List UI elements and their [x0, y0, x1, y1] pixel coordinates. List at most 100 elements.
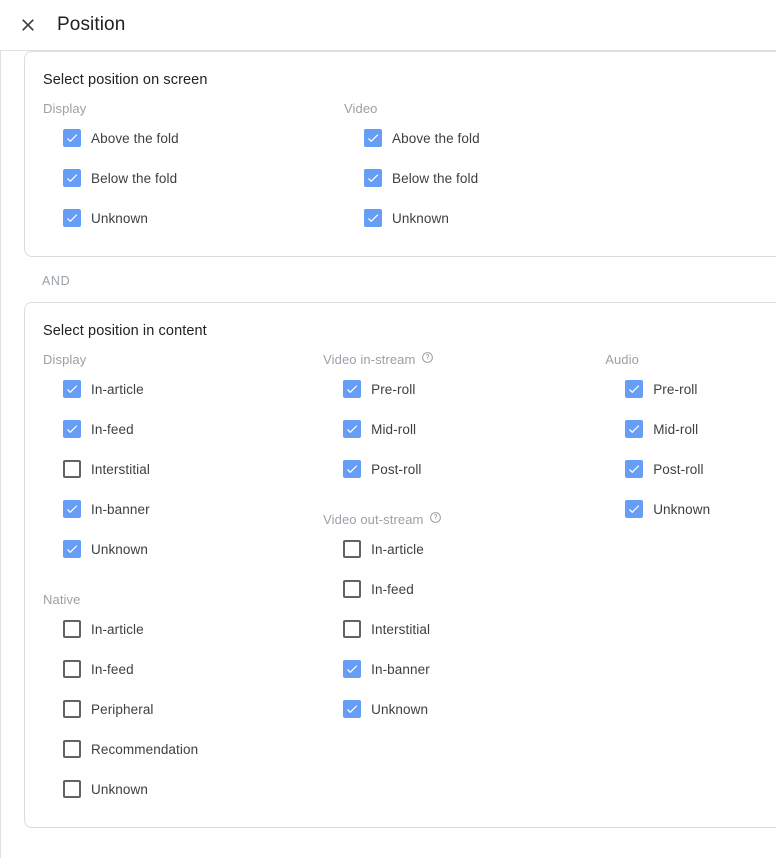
checkbox-unchecked-icon[interactable]	[63, 700, 81, 718]
group-label-text: Native	[43, 592, 80, 607]
group-label-video: Video	[344, 98, 644, 118]
checkbox-label: Post-roll	[371, 462, 421, 477]
card-title: Select position in content	[25, 303, 776, 339]
group-label-text: Video	[344, 101, 378, 116]
checkbox-label: In-banner	[91, 502, 150, 517]
checkbox-label: Interstitial	[91, 462, 150, 477]
checkbox-label: Pre-roll	[371, 382, 415, 397]
position-card-1: Select position on screenDisplayAbove th…	[24, 51, 776, 257]
checkbox-row[interactable]: In-banner	[43, 489, 323, 529]
checkbox-label: Unknown	[91, 542, 148, 557]
checkbox-unchecked-icon[interactable]	[63, 460, 81, 478]
checkbox-unchecked-icon[interactable]	[63, 780, 81, 798]
checkbox-checked-icon[interactable]	[364, 169, 382, 187]
checkbox-checked-icon[interactable]	[63, 169, 81, 187]
checkbox-label: Above the fold	[91, 131, 179, 146]
checkbox-checked-icon[interactable]	[63, 500, 81, 518]
checkbox-checked-icon[interactable]	[343, 460, 361, 478]
checkbox-checked-icon[interactable]	[343, 420, 361, 438]
checkbox-checked-icon[interactable]	[343, 700, 361, 718]
checkbox-checked-icon[interactable]	[625, 420, 643, 438]
checkbox-label: Recommendation	[91, 742, 198, 757]
checkbox-row[interactable]: Pre-roll	[605, 369, 776, 409]
group-label-video-in-stream: Video in-stream	[323, 349, 605, 369]
checkbox-label: Peripheral	[91, 702, 154, 717]
checkbox-label: In-banner	[371, 662, 430, 677]
group-label-text: Video out-stream	[323, 512, 423, 527]
checkbox-row[interactable]: Unknown	[43, 198, 344, 238]
checkbox-unchecked-icon[interactable]	[343, 540, 361, 558]
checkbox-row[interactable]: Unknown	[605, 489, 776, 529]
checkbox-checked-icon[interactable]	[63, 420, 81, 438]
checkbox-unchecked-icon[interactable]	[63, 660, 81, 678]
checkbox-label: In-article	[91, 622, 144, 637]
checkbox-checked-icon[interactable]	[63, 129, 81, 147]
checkbox-row[interactable]: Peripheral	[43, 689, 323, 729]
checkbox-row[interactable]: Post-roll	[605, 449, 776, 489]
checkbox-row[interactable]: Interstitial	[43, 449, 323, 489]
checkbox-row[interactable]: In-feed	[43, 649, 323, 689]
checkbox-checked-icon[interactable]	[343, 380, 361, 398]
checkbox-label: In-article	[371, 542, 424, 557]
checkbox-row[interactable]: Mid-roll	[323, 409, 605, 449]
checkbox-row[interactable]: Unknown	[344, 198, 644, 238]
checkbox-label: Unknown	[91, 782, 148, 797]
checkbox-row[interactable]: Recommendation	[43, 729, 323, 769]
checkbox-label: Unknown	[91, 211, 148, 226]
close-icon	[18, 15, 38, 35]
checkbox-row[interactable]: Mid-roll	[605, 409, 776, 449]
checkbox-row[interactable]: In-feed	[323, 569, 605, 609]
checkbox-checked-icon[interactable]	[63, 540, 81, 558]
checkbox-checked-icon[interactable]	[364, 209, 382, 227]
checkbox-row[interactable]: Pre-roll	[323, 369, 605, 409]
checkbox-row[interactable]: Above the fold	[344, 118, 644, 158]
checkbox-label: In-feed	[371, 582, 414, 597]
card-columns: DisplayAbove the foldBelow the foldUnkno…	[25, 88, 776, 256]
checkbox-row[interactable]: In-article	[43, 369, 323, 409]
checkbox-row[interactable]: Unknown	[43, 769, 323, 809]
group-label-native: Native	[43, 589, 323, 609]
checkbox-checked-icon[interactable]	[343, 660, 361, 678]
group-label-display: Display	[43, 349, 323, 369]
group-label-video-out-stream: Video out-stream	[323, 509, 605, 529]
checkbox-checked-icon[interactable]	[364, 129, 382, 147]
group-spacer	[43, 569, 323, 589]
help-icon[interactable]	[429, 511, 442, 527]
checkbox-unchecked-icon[interactable]	[63, 740, 81, 758]
checkbox-label: Mid-roll	[653, 422, 698, 437]
checkbox-unchecked-icon[interactable]	[343, 620, 361, 638]
checkbox-row[interactable]: Below the fold	[43, 158, 344, 198]
checkbox-row[interactable]: Interstitial	[323, 609, 605, 649]
checkbox-checked-icon[interactable]	[63, 380, 81, 398]
close-button[interactable]	[8, 5, 48, 45]
checkbox-label: Unknown	[371, 702, 428, 717]
checkbox-unchecked-icon[interactable]	[63, 620, 81, 638]
checkbox-row[interactable]: In-banner	[323, 649, 605, 689]
checkbox-row[interactable]: Post-roll	[323, 449, 605, 489]
group-label-audio: Audio	[605, 349, 776, 369]
checkbox-label: Unknown	[653, 502, 710, 517]
checkbox-row[interactable]: Below the fold	[344, 158, 644, 198]
checkbox-row[interactable]: In-article	[43, 609, 323, 649]
checkbox-label: In-article	[91, 382, 144, 397]
help-icon[interactable]	[421, 351, 434, 367]
group-label-text: Display	[43, 352, 86, 367]
checkbox-checked-icon[interactable]	[625, 460, 643, 478]
page-title: Position	[57, 14, 125, 36]
checkbox-label: Pre-roll	[653, 382, 697, 397]
checkbox-label: Above the fold	[392, 131, 480, 146]
checkbox-checked-icon[interactable]	[63, 209, 81, 227]
checkbox-unchecked-icon[interactable]	[343, 580, 361, 598]
checkbox-row[interactable]: Unknown	[43, 529, 323, 569]
checkbox-label: Below the fold	[91, 171, 177, 186]
checkbox-label: Mid-roll	[371, 422, 416, 437]
checkbox-checked-icon[interactable]	[625, 500, 643, 518]
checkbox-row[interactable]: Above the fold	[43, 118, 344, 158]
checkbox-row[interactable]: In-feed	[43, 409, 323, 449]
checkbox-label: In-feed	[91, 422, 134, 437]
group-label-text: Video in-stream	[323, 352, 415, 367]
group-label-text: Display	[43, 101, 86, 116]
checkbox-checked-icon[interactable]	[625, 380, 643, 398]
checkbox-row[interactable]: In-article	[323, 529, 605, 569]
checkbox-row[interactable]: Unknown	[323, 689, 605, 729]
